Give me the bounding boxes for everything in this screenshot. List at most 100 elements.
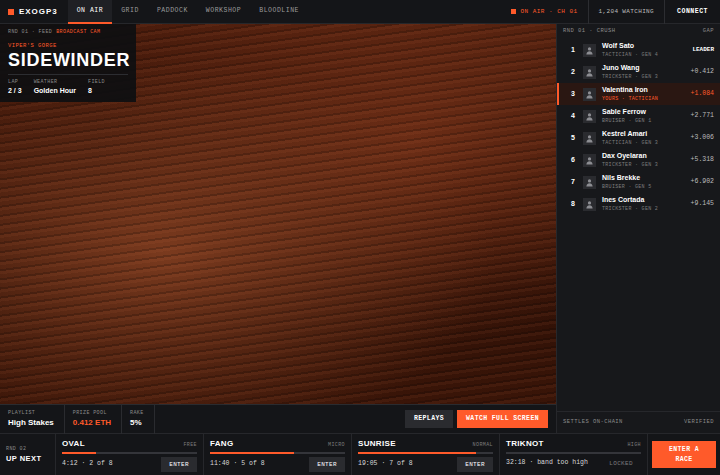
- standings-row[interactable]: 7 Nils Brekke BRUISER · GEN 5+6.902: [557, 171, 720, 193]
- driver-name: Sable Ferrow: [602, 108, 691, 116]
- race-card[interactable]: SUNRISENORMAL 19:05 · 7 of 8ENTER: [351, 434, 499, 475]
- driver-avatar: [583, 44, 596, 57]
- position: 7: [571, 178, 583, 186]
- stat-value: 5%: [130, 418, 144, 428]
- locked-label: LOCKED: [601, 457, 641, 470]
- nav-tab[interactable]: BLOODLINE: [250, 0, 308, 24]
- gap: +5.318: [691, 156, 714, 164]
- nav-tab[interactable]: WORKSHOP: [197, 0, 250, 24]
- race-stat: LAP2 / 3: [8, 79, 34, 95]
- enter-button[interactable]: ENTER: [457, 457, 493, 472]
- driver-detail: TACTICIAN · GEN 3: [602, 140, 691, 146]
- race-header: SUNRISENORMAL: [358, 439, 493, 449]
- standings-row[interactable]: 1 Wolf Sato TACTICIAN · GEN 4LEADER: [557, 39, 720, 61]
- driver-name: Valentina Iron: [602, 86, 691, 94]
- race-header: OVAL FREE: [62, 439, 197, 449]
- strip-button[interactable]: REPLAYS: [405, 410, 453, 428]
- driver-avatar: [583, 154, 596, 167]
- gap: +2.771: [691, 112, 714, 120]
- driver-info: Juno WangTRICKSTER · GEN 3: [602, 64, 691, 79]
- driver-detail: YOURS · TACTICIAN: [602, 96, 691, 102]
- driver-detail: BRUISER · GEN 5: [602, 184, 691, 190]
- driver-icon: [585, 134, 594, 143]
- race-tier: FREE: [183, 442, 197, 448]
- stat-label: FIELD: [88, 79, 105, 85]
- strip-button[interactable]: WATCH FULL SCREEN: [457, 410, 548, 428]
- feed-line: RND 01 · FEEDBROADCAST CAM: [8, 29, 128, 35]
- driver-name: Juno Wang: [602, 64, 691, 72]
- driver-info: Nils Brekke BRUISER · GEN 5: [602, 174, 691, 189]
- driver-name: Dax Oyelaran: [602, 152, 691, 160]
- position: 4: [571, 112, 583, 120]
- race-info-overlay: RND 01 · FEEDBROADCAST CAMVIPER'S GORGES…: [0, 24, 136, 102]
- driver-name: Ines Cortada: [602, 196, 691, 204]
- race-header: FANGMICRO: [210, 439, 345, 449]
- verified-status: VERIFIED: [684, 419, 714, 426]
- driver-icon: [585, 90, 594, 99]
- gap: LEADER: [692, 46, 714, 53]
- stat-value: 8: [88, 87, 105, 95]
- standings-row[interactable]: 6Dax OyelaranTRICKSTER · GEN 3+5.318: [557, 149, 720, 171]
- driver-info: Kestrel AmariTACTICIAN · GEN 3: [602, 130, 691, 145]
- top-status: ON AIR · CH 011,204 WATCHINGCONNECT: [511, 0, 720, 23]
- entry-progress: [506, 452, 641, 454]
- race-name: OVAL: [62, 439, 85, 449]
- nav-tab[interactable]: PADDOCK: [148, 0, 197, 24]
- nav-tab[interactable]: GRID: [112, 0, 148, 24]
- position: 5: [571, 134, 583, 142]
- stat-label: LAP: [8, 79, 22, 85]
- info-strip: PLAYLISTHigh StakesPRIZE POOL0.412 ETHRA…: [0, 404, 556, 433]
- race-footer: 19:05 · 7 of 8ENTER: [358, 457, 493, 472]
- entry-progress-fill: [358, 452, 476, 454]
- stat-value: Golden Hour: [34, 87, 76, 95]
- driver-detail: TACTICIAN · GEN 4: [602, 52, 692, 58]
- position: 8: [571, 200, 583, 208]
- race-card[interactable]: TRIKNOTHIGH 32:18 · band too high LOCKED: [499, 434, 647, 475]
- enter-button[interactable]: ENTER: [161, 457, 197, 472]
- enter-race-button[interactable]: ENTER A RACE: [652, 441, 716, 469]
- race-card[interactable]: FANGMICRO11:40 · 5 of 8ENTER: [203, 434, 351, 475]
- standings-row[interactable]: 5Kestrel AmariTACTICIAN · GEN 3+3.006: [557, 127, 720, 149]
- gap: +6.902: [691, 178, 714, 186]
- standings-title: RND 01 · CRUSH: [563, 28, 615, 35]
- driver-icon: [585, 156, 594, 165]
- enter-button[interactable]: ENTER: [309, 457, 345, 472]
- gap-header: GAP: [703, 28, 714, 35]
- driver-icon: [585, 112, 594, 121]
- driver-icon: [585, 178, 594, 187]
- driver-avatar: [583, 132, 596, 145]
- connect-button[interactable]: CONNECT: [665, 0, 720, 24]
- race-title: SIDEWINDER: [8, 50, 128, 71]
- standings-row[interactable]: 4 Sable FerrowBRUISER · GEN 1+2.771: [557, 105, 720, 127]
- gap: +9.145: [691, 200, 714, 208]
- race-card[interactable]: OVAL FREE 4:12 · 2 of 8ENTER: [55, 434, 203, 475]
- standings-panel: RND 01 · CRUSH GAP 1 Wolf Sato TACTICIAN · G…: [556, 24, 720, 433]
- logo[interactable]: EXOGP3: [0, 0, 68, 23]
- entry-progress: [210, 452, 345, 454]
- stat-value: 0.412 ETH: [73, 418, 111, 428]
- entry-progress: [62, 452, 197, 454]
- race-header: TRIKNOTHIGH: [506, 439, 641, 449]
- race-name: SUNRISE: [358, 439, 396, 449]
- driver-name: Nils Brekke: [602, 174, 691, 182]
- driver-info: Dax OyelaranTRICKSTER · GEN 3: [602, 152, 691, 167]
- stat-label: PLAYLIST: [8, 410, 54, 416]
- nav-tab[interactable]: ON AIR: [68, 0, 113, 24]
- standings-row[interactable]: 8Ines CortadaTRICKSTER · GEN 2+9.145: [557, 193, 720, 215]
- standings-row[interactable]: 3Valentina IronYOURS · TACTICIAN+1.084: [557, 83, 720, 105]
- broadcast-video: RND 01 · FEEDBROADCAST CAMVIPER'S GORGES…: [0, 24, 556, 404]
- settlement-label: SETTLES ON-CHAIN: [563, 419, 623, 426]
- driver-name: Wolf Sato: [602, 42, 692, 50]
- position: 2: [571, 68, 583, 76]
- gap: +0.412: [691, 68, 714, 76]
- position: 1: [571, 46, 583, 54]
- standings-row[interactable]: 2 Juno WangTRICKSTER · GEN 3+0.412: [557, 61, 720, 83]
- race-tier: MICRO: [328, 442, 345, 448]
- race-info: 32:18 · band too high: [506, 459, 588, 467]
- driver-icon: [585, 68, 594, 77]
- race-tier: HIGH: [627, 442, 641, 448]
- logo-text: EXOGP3: [19, 7, 58, 17]
- race-footer: 4:12 · 2 of 8ENTER: [62, 457, 197, 472]
- live-dot-icon: [511, 9, 516, 14]
- driver-info: Sable FerrowBRUISER · GEN 1: [602, 108, 691, 123]
